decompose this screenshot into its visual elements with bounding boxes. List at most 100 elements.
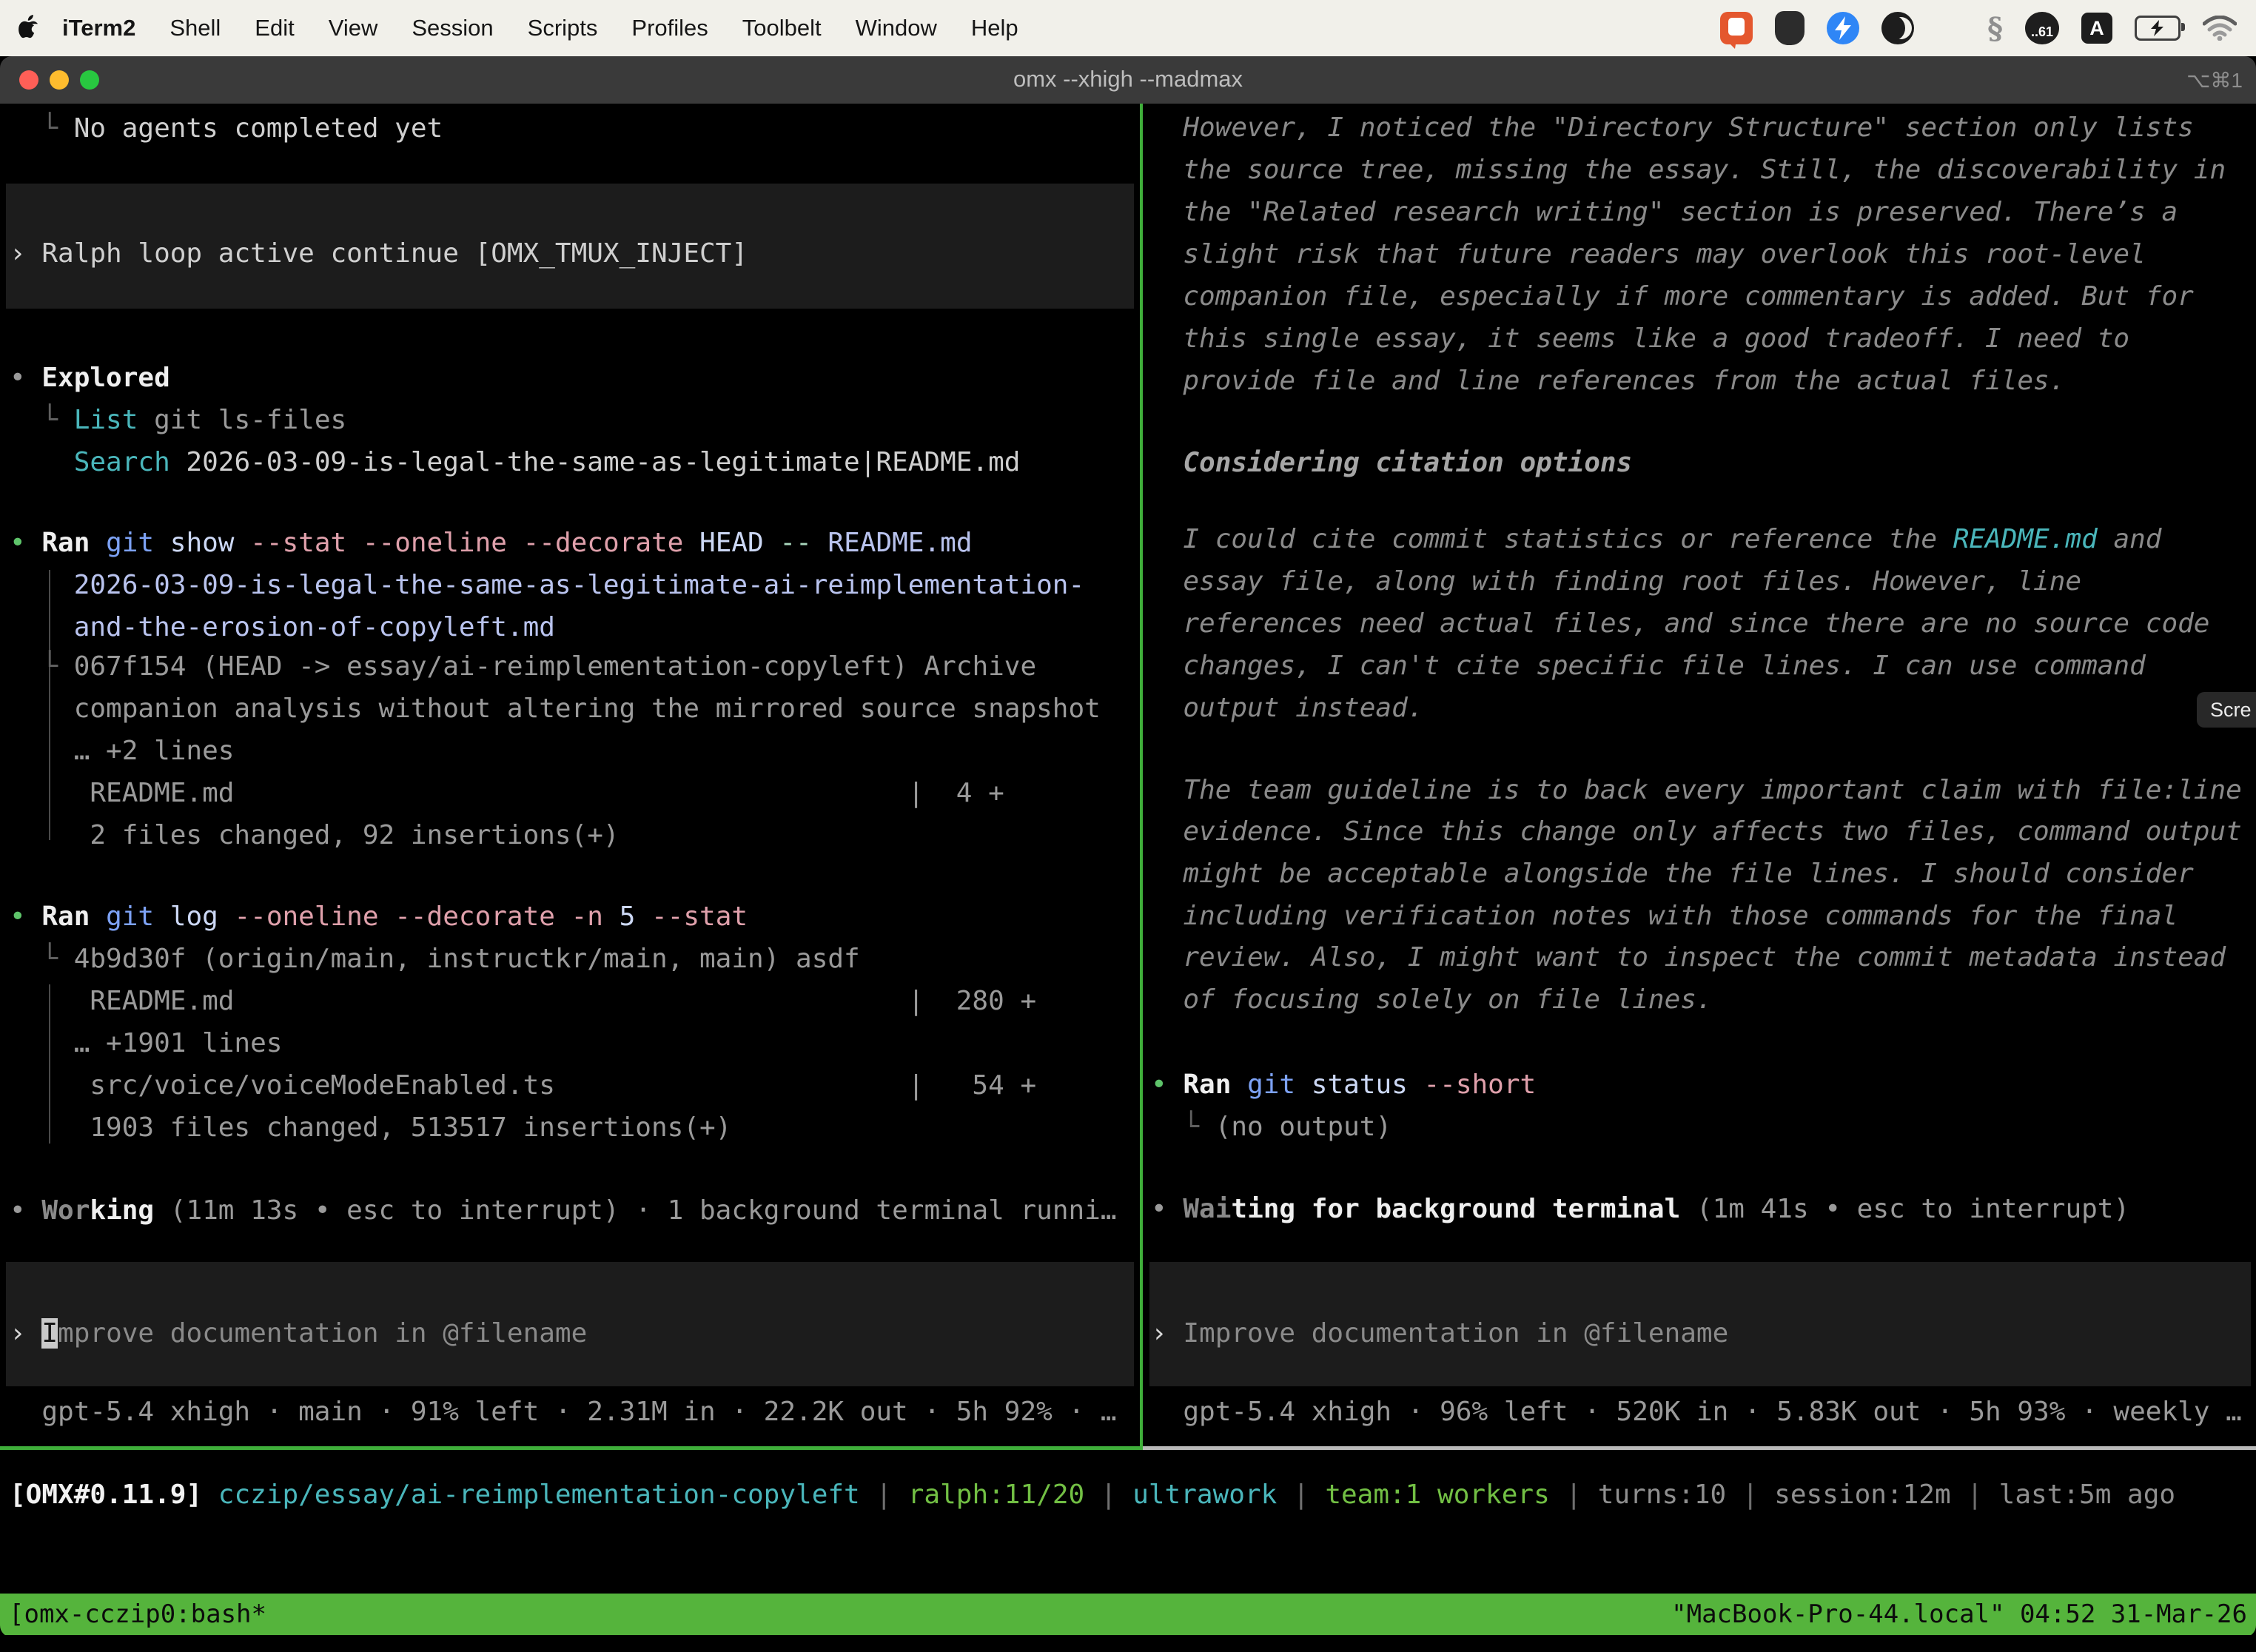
text-segment: might be acceptable alongside the file l… bbox=[1151, 859, 2194, 889]
text-segment: src/voice/voiceModeEnabled.ts | 54 + bbox=[10, 1070, 1036, 1101]
screen: { "menu_bar": { "items": [ {"label":"iTe… bbox=[0, 0, 2256, 1652]
window-shortcut-badge: ⌥⌘1 bbox=[2186, 68, 2243, 93]
text-segment: └ bbox=[1151, 1112, 1215, 1142]
working-status-line: • Working (11m 13s • esc to interrupt) ·… bbox=[10, 1195, 1117, 1227]
text-segment: Explored bbox=[41, 363, 169, 393]
reasoning-line: companion file, especially if more comme… bbox=[1151, 281, 2194, 313]
text-segment: Ran bbox=[41, 901, 106, 932]
apple-menu[interactable] bbox=[18, 15, 40, 41]
text-segment: ralph:11/20 bbox=[908, 1480, 1084, 1510]
pane-divider-horizontal-right[interactable] bbox=[1143, 1446, 2256, 1450]
left-prompt-line[interactable]: › Improve documentation in @filename bbox=[10, 1317, 587, 1350]
text-segment: › bbox=[10, 238, 41, 269]
right-model-status-line: gpt-5.4 xhigh · 96% left · 520K in · 5.8… bbox=[1151, 1396, 2242, 1428]
text-segment: I bbox=[41, 1318, 58, 1349]
text-segment: The team guideline is to back every impo… bbox=[1151, 775, 2242, 805]
input-source-icon[interactable]: A bbox=[2081, 13, 2112, 44]
menu-iterm2[interactable]: iTerm2 bbox=[62, 15, 135, 41]
dots-grid-icon[interactable] bbox=[1936, 14, 1965, 43]
output-line: └ 067f154 (HEAD -> essay/ai-reimplementa… bbox=[10, 651, 1036, 683]
text-segment: 4b9d30f (origin/main, instructkr/main, m… bbox=[74, 944, 860, 974]
menu-items: iTerm2 Shell Edit View Session Scripts Profile… bbox=[62, 15, 1018, 41]
text-segment: --stat --oneline --decorate bbox=[250, 528, 683, 558]
squiggle-icon[interactable]: § bbox=[1987, 11, 2003, 46]
text-segment: 2026-03-09-is-legal-the-same-as-legitima… bbox=[10, 570, 1084, 600]
text-segment: (11m 13s • esc to interrupt) · 1 backgro… bbox=[154, 1195, 1116, 1226]
menu-status-icons: § ..61 A bbox=[1720, 11, 2237, 46]
text-segment: • bbox=[10, 363, 41, 393]
contrast-icon[interactable] bbox=[1881, 12, 1914, 44]
output-line: 1903 files changed, 513517 insertions(+) bbox=[10, 1112, 731, 1144]
bolt-app-icon[interactable] bbox=[1827, 12, 1859, 44]
reasoning-line: The team guideline is to back every impo… bbox=[1151, 774, 2242, 807]
reasoning-line: the "Related research writing" section i… bbox=[1151, 196, 2178, 229]
text-segment: ting for background terminal bbox=[1231, 1194, 1680, 1224]
window-titlebar[interactable]: omx --xhigh --madmax ⌥⌘1 bbox=[0, 56, 2256, 104]
menu-edit[interactable]: Edit bbox=[255, 15, 294, 41]
window-title: omx --xhigh --madmax bbox=[0, 66, 2256, 93]
menu-profiles[interactable]: Profiles bbox=[631, 15, 708, 41]
text-segment: including verification notes with those … bbox=[1151, 901, 2178, 931]
text-segment: ultrawork bbox=[1132, 1480, 1277, 1510]
wifi-icon[interactable] bbox=[2203, 16, 2237, 41]
screenshot-app-icon[interactable] bbox=[1720, 12, 1753, 44]
text-segment: Search bbox=[74, 447, 170, 477]
omx-status-line: [OMX#0.11.9] cczip/essay/ai-reimplementa… bbox=[10, 1479, 2175, 1511]
waiting-status-line: • Waiting for background terminal (1m 41… bbox=[1151, 1193, 2129, 1226]
text-segment: --short bbox=[1423, 1070, 1536, 1100]
text-segment: git ls-files bbox=[138, 405, 346, 435]
right-prompt-line[interactable]: › Improve documentation in @filename bbox=[1151, 1317, 1728, 1350]
explored-list-line: └ List git ls-files bbox=[10, 404, 346, 437]
menu-bar: iTerm2 Shell Edit View Session Scripts Profile… bbox=[0, 0, 2256, 56]
text-segment: log bbox=[154, 901, 234, 932]
text-segment: List bbox=[74, 405, 138, 435]
wifi-glyph bbox=[2203, 16, 2237, 41]
text-segment: of focusing solely on file lines. bbox=[1151, 984, 1713, 1015]
text-segment: README.md | 280 + bbox=[10, 986, 1036, 1016]
menu-scripts[interactable]: Scripts bbox=[528, 15, 598, 41]
tmux-status-bar: [omx-cczip0:bash* "MacBook-Pro-44.local"… bbox=[0, 1594, 2256, 1635]
agents-status-line: └ No agents completed yet bbox=[10, 113, 443, 145]
text-segment: -- bbox=[779, 528, 811, 558]
text-segment: companion analysis without altering the … bbox=[10, 694, 1101, 724]
menu-window[interactable]: Window bbox=[856, 15, 937, 41]
text-segment: slight risk that future readers may over… bbox=[1151, 239, 2146, 269]
text-segment: the "Related research writing" section i… bbox=[1151, 197, 2178, 227]
reasoning-line: I could cite commit statistics or refere… bbox=[1151, 523, 2161, 556]
text-segment: companion file, especially if more comme… bbox=[1151, 281, 2194, 312]
output-line: companion analysis without altering the … bbox=[10, 693, 1101, 725]
output-line: README.md | 280 + bbox=[10, 985, 1036, 1018]
menu-session[interactable]: Session bbox=[412, 15, 493, 41]
text-segment: • bbox=[10, 1195, 41, 1226]
text-segment: Considering citation options bbox=[1151, 448, 1632, 478]
command-arg-wrap: and-the-erosion-of-copyleft.md bbox=[10, 611, 555, 644]
text-segment: mprove documentation in @filename bbox=[58, 1318, 587, 1349]
menu-toolbelt[interactable]: Toolbelt bbox=[742, 15, 822, 41]
reasoning-line: evidence. Since this change only affects… bbox=[1151, 816, 2242, 848]
battery-charging-icon[interactable] bbox=[2135, 16, 2181, 41]
tmux-host-clock-label: "MacBook-Pro-44.local" 04:52 31-Mar-26 bbox=[1671, 1594, 2247, 1635]
reasoning-line: this single essay, it seems like a good … bbox=[1151, 323, 2129, 355]
text-segment: 2 files changed, 92 insertions(+) bbox=[10, 820, 620, 850]
keypad-shield-icon[interactable] bbox=[1775, 11, 1805, 45]
text-segment: --stat bbox=[651, 901, 748, 932]
battery-gauge-icon[interactable]: ..61 bbox=[2025, 12, 2059, 44]
text-segment: However, I noticed the "Directory Struct… bbox=[1151, 113, 2194, 143]
text-segment: git bbox=[106, 528, 154, 558]
menu-help[interactable]: Help bbox=[971, 15, 1018, 41]
text-segment: output instead. bbox=[1151, 693, 1423, 723]
menu-view[interactable]: View bbox=[329, 15, 378, 41]
text-segment: 5 bbox=[603, 901, 651, 932]
pane-divider-vertical[interactable] bbox=[1140, 104, 1143, 1446]
text-segment: └ bbox=[10, 405, 74, 435]
text-segment: the source tree, missing the essay. Stil… bbox=[1151, 155, 2226, 185]
text-segment: Ralph loop active continue [OMX_TMUX_INJ… bbox=[41, 238, 748, 269]
output-line: src/voice/voiceModeEnabled.ts | 54 + bbox=[10, 1070, 1036, 1102]
pane-divider-horizontal-left[interactable] bbox=[0, 1446, 1143, 1450]
text-segment: Ran bbox=[41, 528, 106, 558]
text-segment: git bbox=[1247, 1070, 1295, 1100]
text-segment: | bbox=[1951, 1480, 1999, 1510]
ralph-loop-line: › Ralph loop active continue [OMX_TMUX_I… bbox=[10, 238, 748, 270]
menu-shell[interactable]: Shell bbox=[169, 15, 221, 41]
text-segment: status bbox=[1295, 1070, 1423, 1100]
